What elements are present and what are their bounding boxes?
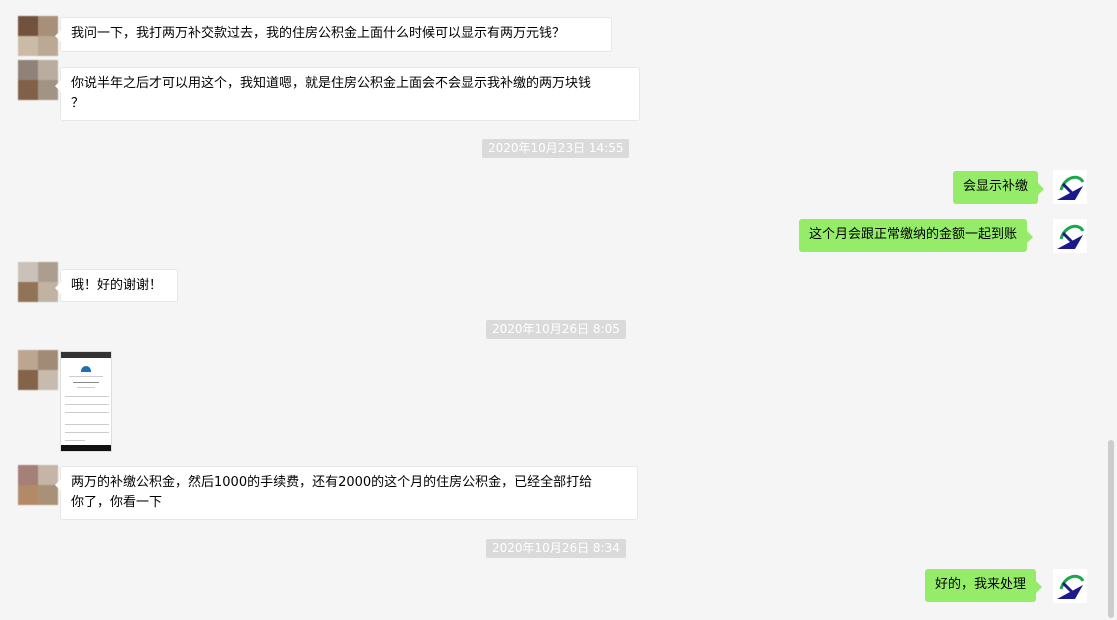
message-text: 这个月会跟正常缴纳的金额一起到账	[809, 227, 1018, 242]
message-text: 哦！好的谢谢！	[71, 278, 163, 293]
swoosh-logo-icon[interactable]	[1053, 569, 1087, 603]
message-text: 好的，我来处理	[935, 577, 1027, 592]
thumbnail-line	[65, 404, 109, 405]
sent-message-bubble[interactable]: 会显示补缴	[953, 171, 1045, 204]
swoosh-logo-icon[interactable]	[1053, 219, 1087, 253]
thumbnail-line	[69, 376, 103, 377]
contact-avatar[interactable]	[18, 16, 58, 56]
message-bubble[interactable]: 两万的补缴公积金，然后1000的手续费，还有2000的这个月的住房公积金，已经全…	[55, 466, 638, 520]
thumbnail-line	[65, 440, 85, 441]
bank-logo-icon	[81, 366, 91, 372]
thumbnail-line	[77, 387, 95, 388]
timestamp: 2020年10月26日 8:05	[486, 320, 626, 339]
timestamp: 2020年10月23日 14:55	[482, 139, 630, 158]
message-text: 你了，你看一下	[71, 495, 163, 510]
message-text: 我问一下，我打两万补交款过去，我的住房公积金上面什么时候可以显示有两万元钱？	[71, 26, 566, 41]
message-text: 你说半年之后才可以用这个，我知道嗯，就是住房公积金上面会不会显示我补缴的两万块钱	[71, 76, 592, 91]
message-text: ？	[71, 96, 85, 111]
sent-message-bubble[interactable]: 这个月会跟正常缴纳的金额一起到账	[799, 219, 1034, 252]
thumbnail-statusbar	[61, 352, 111, 358]
thumbnail-line	[73, 382, 99, 383]
thumbnail-line	[65, 424, 109, 425]
thumbnail-line	[65, 412, 109, 413]
timestamp: 2020年10月26日 8:34	[486, 539, 626, 558]
sent-message-bubble[interactable]: 好的，我来处理	[925, 569, 1043, 602]
contact-avatar[interactable]	[18, 465, 58, 505]
thumbnail-line	[65, 396, 109, 397]
message-bubble[interactable]: 哦！好的谢谢！	[55, 269, 178, 302]
message-text: 会显示补缴	[963, 179, 1029, 194]
contact-avatar[interactable]	[18, 60, 58, 100]
chat-area: 我问一下，我打两万补交款过去，我的住房公积金上面什么时候可以显示有两万元钱？ 你…	[0, 0, 1105, 620]
message-bubble[interactable]: 你说半年之后才可以用这个，我知道嗯，就是住房公积金上面会不会显示我补缴的两万块钱…	[55, 67, 640, 121]
thumbnail-line	[65, 432, 109, 433]
message-bubble[interactable]: 我问一下，我打两万补交款过去，我的住房公积金上面什么时候可以显示有两万元钱？	[55, 17, 612, 52]
contact-avatar[interactable]	[18, 262, 58, 302]
swoosh-logo-icon[interactable]	[1053, 170, 1087, 204]
contact-avatar[interactable]	[18, 350, 58, 390]
message-text: 两万的补缴公积金，然后1000的手续费，还有2000的这个月的住房公积金，已经全…	[71, 475, 593, 490]
chat-scrollbar[interactable]	[1108, 440, 1114, 618]
image-message-thumbnail[interactable]	[60, 351, 112, 452]
thumbnail-navbar	[61, 445, 111, 451]
